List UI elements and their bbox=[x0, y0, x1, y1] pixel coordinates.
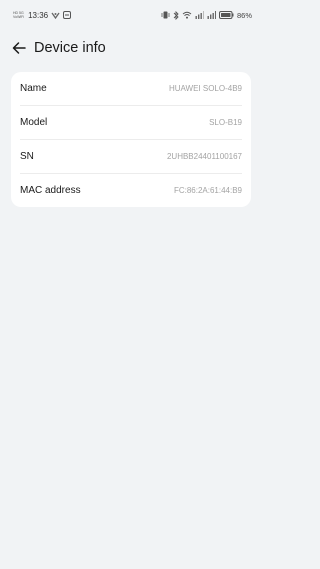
battery-percentage: 86% bbox=[236, 10, 252, 20]
vibrate-icon bbox=[161, 11, 170, 19]
back-arrow-icon[interactable] bbox=[11, 40, 27, 56]
wifi-icon bbox=[182, 11, 192, 19]
info-row-mac-address: MAC address FC:86:2A:61:44:B9 bbox=[20, 174, 242, 207]
device-info-card: Name HUAWEI SOLO-4B9 Model SLO-B19 SN 2U… bbox=[11, 72, 251, 207]
status-bar-left: HD 5G VoWiFi 13:36 bbox=[13, 10, 72, 20]
row-value: HUAWEI SOLO-4B9 bbox=[168, 84, 242, 93]
row-label: Model bbox=[20, 117, 48, 128]
info-row-model: Model SLO-B19 bbox=[20, 106, 242, 140]
page-title: Device info bbox=[34, 40, 106, 56]
battery-icon bbox=[218, 11, 234, 19]
status-bar-right: 86% bbox=[161, 10, 252, 20]
cellular-signal-icon-2 bbox=[207, 11, 216, 19]
row-label: MAC address bbox=[20, 185, 81, 196]
row-value: 2UHBB24401100167 bbox=[166, 152, 242, 161]
row-value: FC:86:2A:61:44:B9 bbox=[173, 186, 242, 195]
row-value: SLO-B19 bbox=[209, 118, 242, 127]
notification-box-icon bbox=[63, 11, 72, 19]
status-bar: HD 5G VoWiFi 13:36 86% bbox=[0, 0, 262, 30]
row-label: Name bbox=[20, 83, 47, 94]
carrier-indicator: HD 5G VoWiFi bbox=[13, 11, 24, 19]
vpn-key-icon bbox=[51, 12, 60, 19]
info-row-sn: SN 2UHBB24401100167 bbox=[20, 140, 242, 174]
status-time: 13:36 bbox=[28, 10, 49, 20]
carrier-line-2: VoWiFi bbox=[13, 15, 25, 19]
bluetooth-icon bbox=[173, 10, 179, 20]
row-label: SN bbox=[20, 151, 34, 162]
info-row-name: Name HUAWEI SOLO-4B9 bbox=[20, 72, 242, 106]
cellular-signal-icon bbox=[195, 11, 204, 19]
page-header: Device info bbox=[0, 36, 262, 60]
